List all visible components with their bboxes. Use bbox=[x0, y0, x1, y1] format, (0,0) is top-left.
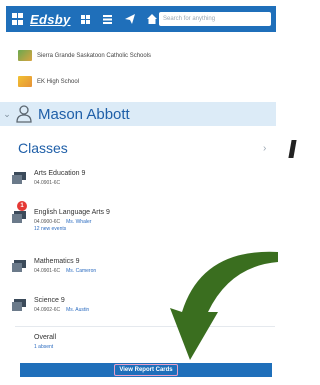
school-crest-icon bbox=[18, 50, 32, 61]
teacher-link[interactable]: Ms. Austin bbox=[66, 307, 89, 313]
teacher-link[interactable]: Ms. Whaler bbox=[66, 219, 91, 225]
chevron-down-icon[interactable]: ⌄ bbox=[2, 109, 12, 120]
new-events-link[interactable]: 12 new events bbox=[34, 226, 66, 232]
edge-mark bbox=[288, 140, 297, 158]
student-name: Mason Abbott bbox=[38, 105, 130, 123]
view-report-cards-button[interactable]: View Report Cards bbox=[114, 364, 178, 376]
list-icon[interactable] bbox=[101, 12, 115, 26]
edsby-logo[interactable]: Edsby bbox=[30, 12, 71, 27]
overall-label: Overall bbox=[34, 334, 57, 341]
school-row-high-school[interactable]: EK High School bbox=[18, 76, 79, 87]
class-icon bbox=[12, 260, 26, 272]
top-nav-bar: Edsby Search for anything bbox=[6, 6, 276, 32]
search-input[interactable]: Search for anything bbox=[159, 12, 271, 26]
student-avatar-icon bbox=[16, 105, 32, 123]
school-crest-icon bbox=[18, 76, 32, 87]
notification-badge: 1 bbox=[17, 201, 27, 211]
report-cards-bar: View Report Cards bbox=[20, 363, 272, 377]
class-subtitle: 04.0902-6C Ms. Austin bbox=[34, 307, 90, 313]
school-row-district[interactable]: Sierra Grande Saskatoon Catholic Schools bbox=[18, 50, 151, 61]
class-icon bbox=[12, 299, 26, 311]
class-title: Science 9 bbox=[34, 297, 65, 304]
student-header[interactable]: ⌄ Mason Abbott bbox=[0, 102, 276, 126]
class-icon bbox=[12, 211, 26, 223]
grid-nav-icon[interactable] bbox=[79, 12, 93, 26]
class-title: English Language Arts 9 bbox=[34, 209, 110, 216]
apps-grid-icon[interactable] bbox=[12, 13, 24, 25]
teacher-link[interactable]: Ms. Cameron bbox=[66, 268, 96, 274]
classes-heading: Classes bbox=[18, 140, 68, 156]
curved-arrow-icon bbox=[170, 251, 278, 360]
class-title: Mathematics 9 bbox=[34, 258, 80, 265]
class-subtitle: 04.0900-6C Ms. Whaler bbox=[34, 219, 92, 225]
send-icon[interactable] bbox=[123, 12, 137, 26]
class-subtitle: 04.0901-6C bbox=[34, 180, 61, 186]
class-icon bbox=[12, 172, 26, 184]
class-subtitle: 04.0901-6C Ms. Cameron bbox=[34, 268, 97, 274]
class-title: Arts Education 9 bbox=[34, 170, 86, 177]
home-icon[interactable] bbox=[145, 12, 159, 26]
school-name: EK High School bbox=[37, 78, 80, 85]
overall-value[interactable]: 1 absent bbox=[34, 344, 53, 350]
chevron-right-icon[interactable]: › bbox=[263, 143, 266, 154]
school-name: Sierra Grande Saskatoon Catholic Schools bbox=[37, 52, 152, 59]
